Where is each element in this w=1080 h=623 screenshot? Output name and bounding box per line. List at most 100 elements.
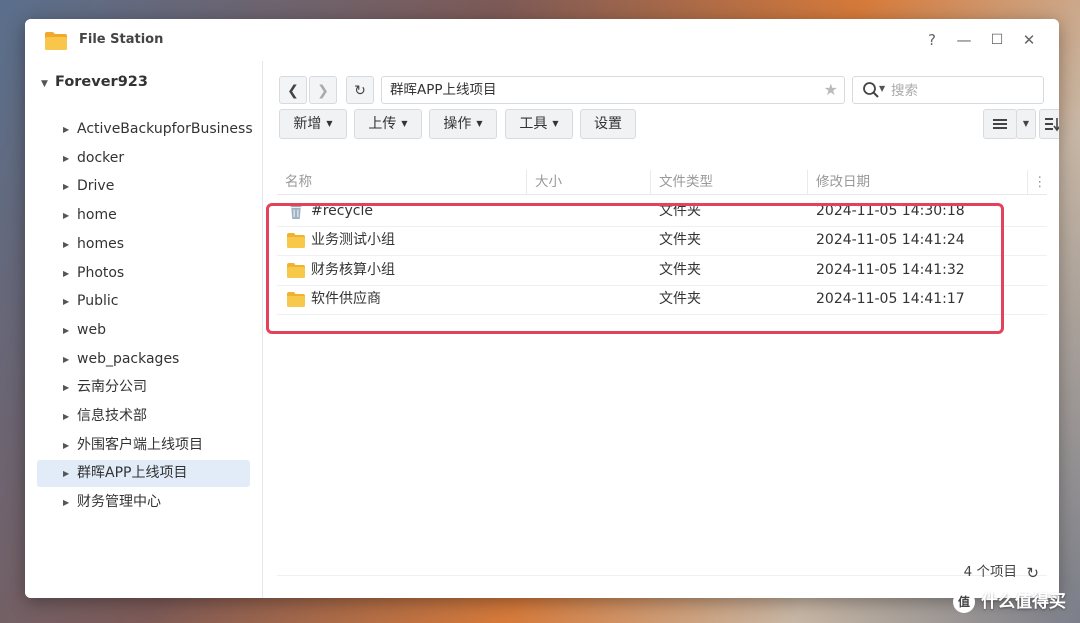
forward-button[interactable]: ❯ <box>309 76 337 104</box>
tree-item[interactable]: ▶ web_packages <box>37 346 250 373</box>
path-text: 群晖APP上线项目 <box>390 82 497 98</box>
new-label: 新增 <box>293 116 322 132</box>
caret-right-icon[interactable]: ▶ <box>63 317 69 344</box>
minimize-icon[interactable]: — <box>954 30 974 50</box>
chevron-left-icon: ❮ <box>287 83 299 99</box>
close-icon[interactable]: ✕ <box>1019 30 1039 50</box>
watermark-logo: 值 <box>953 591 975 613</box>
star-icon[interactable]: ★ <box>824 77 838 103</box>
tree-item[interactable]: ▶ 云南分公司 <box>37 374 250 401</box>
file-type: 文件夹 <box>659 290 701 307</box>
tree-item[interactable]: ▶ 外围客户端上线项目 <box>37 432 250 459</box>
table-row[interactable]: 软件供应商 文件夹 2024-11-05 14:41:17 <box>277 285 1047 315</box>
tree-item[interactable]: ▶ ActiveBackupforBusiness <box>37 116 253 143</box>
tree-root-label: Forever923 <box>55 74 148 90</box>
tools-button[interactable]: 工具 ▼ <box>505 109 573 139</box>
tree-item[interactable]: ▶ docker <box>37 145 250 172</box>
view-dropdown-button[interactable]: ▼ <box>1016 109 1036 139</box>
column-header-type[interactable]: 文件类型 <box>651 170 808 194</box>
maximize-icon[interactable]: ☐ <box>987 30 1007 50</box>
main-pane: ❮ ❯ ↻ 群晖APP上线项目 ★ ▼ 新增 ▼ 上传 ▼ 操作 ▼ 工具 ▼ 设置 ▼ <box>263 61 1059 598</box>
file-modified: 2024-11-05 14:41:24 <box>816 232 965 249</box>
column-header-size[interactable]: 大小 <box>527 170 651 194</box>
footer-divider <box>277 575 1047 576</box>
action-button[interactable]: 操作 ▼ <box>429 109 497 139</box>
dropdown-arrow-icon: ▼ <box>326 119 333 128</box>
file-name: 软件供应商 <box>311 290 381 307</box>
upload-button[interactable]: 上传 ▼ <box>354 109 422 139</box>
tree-item-label: Drive <box>77 178 115 195</box>
refresh-icon: ↻ <box>354 83 366 99</box>
table-row[interactable]: 业务测试小组 文件夹 2024-11-05 14:41:24 <box>277 226 1047 257</box>
table-row[interactable]: 财务核算小组 文件夹 2024-11-05 14:41:32 <box>277 256 1047 286</box>
item-count: 4 个项目 <box>963 564 1017 580</box>
back-button[interactable]: ❮ <box>279 76 307 104</box>
caret-right-icon[interactable]: ▶ <box>63 145 69 172</box>
caret-right-icon[interactable]: ▶ <box>63 489 69 516</box>
column-header-name[interactable]: 名称 <box>277 170 527 194</box>
tree-item[interactable]: ▶ Public <box>37 288 250 315</box>
tree-item-label: Photos <box>77 264 125 281</box>
list-view-icon <box>993 119 1007 129</box>
caret-right-icon[interactable]: ▶ <box>63 260 69 287</box>
tree-item[interactable]: ▶ Drive <box>37 173 250 200</box>
list-view-button[interactable] <box>983 109 1017 139</box>
tree-item-label: Public <box>77 293 119 310</box>
caret-right-icon[interactable]: ▶ <box>63 432 69 459</box>
caret-right-icon[interactable]: ▶ <box>63 460 69 487</box>
tree-item[interactable]: ▶ home <box>37 202 250 229</box>
search-icon[interactable] <box>862 81 880 99</box>
caret-right-icon[interactable]: ▶ <box>63 231 69 258</box>
file-name: #recycle <box>311 203 373 219</box>
file-type: 文件夹 <box>659 232 701 249</box>
tree-item-label: web <box>77 321 106 338</box>
caret-down-icon[interactable]: ▼ <box>41 73 55 95</box>
sort-icon <box>1045 118 1059 132</box>
file-name: 业务测试小组 <box>311 232 395 249</box>
caret-right-icon[interactable]: ▶ <box>63 116 69 143</box>
new-button[interactable]: 新增 ▼ <box>279 109 347 139</box>
search-input[interactable] <box>889 79 1033 103</box>
file-modified: 2024-11-05 14:41:32 <box>816 261 965 278</box>
tree-root[interactable]: ▼ Forever923 <box>41 71 148 93</box>
caret-right-icon[interactable]: ▶ <box>63 173 69 200</box>
tree-item[interactable]: ▶ 财务管理中心 <box>37 489 250 516</box>
file-type: 文件夹 <box>659 203 701 219</box>
tree-item[interactable]: ▶ 信息技术部 <box>37 403 250 430</box>
dropdown-arrow-icon: ▼ <box>476 119 483 128</box>
file-modified: 2024-11-05 14:30:18 <box>816 203 965 219</box>
sort-button[interactable] <box>1039 109 1059 139</box>
tree-item-label: homes <box>77 235 124 252</box>
folder-app-icon <box>45 32 67 50</box>
tree-item[interactable]: ▶ homes <box>37 231 250 258</box>
caret-right-icon[interactable]: ▶ <box>63 374 69 401</box>
table-row[interactable]: #recycle 文件夹 2024-11-05 14:30:18 <box>277 197 1047 227</box>
column-header-modified[interactable]: 修改日期 <box>808 170 1028 194</box>
tree-item-label: 外围客户端上线项目 <box>77 436 203 453</box>
column-options-icon[interactable]: ⋮ <box>1028 170 1047 194</box>
action-label: 操作 <box>443 116 472 132</box>
tree-item[interactable]: ▶ web <box>37 317 250 344</box>
settings-button[interactable]: 设置 <box>580 109 636 139</box>
caret-right-icon[interactable]: ▶ <box>63 202 69 229</box>
trash-icon <box>290 204 302 219</box>
tree-item[interactable]: ▶ Photos <box>37 260 250 287</box>
help-icon[interactable]: ? <box>922 30 942 50</box>
tree-item-label: web_packages <box>77 350 180 367</box>
settings-label: 设置 <box>594 116 622 132</box>
caret-right-icon[interactable]: ▶ <box>63 403 69 430</box>
refresh-button[interactable]: ↻ <box>346 76 374 104</box>
chevron-right-icon: ❯ <box>317 83 329 99</box>
title-bar[interactable]: File Station ? — ☐ ✕ <box>25 19 1059 61</box>
tree-item-label: ActiveBackupforBusiness <box>77 121 253 137</box>
search-box[interactable]: ▼ <box>852 76 1044 104</box>
caret-right-icon[interactable]: ▶ <box>63 346 69 373</box>
dropdown-arrow-icon: ▼ <box>552 119 559 128</box>
tree-item[interactable]: ▶ 群晖APP上线项目 <box>37 460 250 488</box>
caret-right-icon[interactable]: ▶ <box>63 288 69 315</box>
refresh-icon[interactable]: ↻ <box>1026 564 1039 582</box>
path-bar[interactable]: 群晖APP上线项目 ★ <box>381 76 845 104</box>
search-dropdown-icon[interactable]: ▼ <box>879 84 885 93</box>
tree-item-label: 云南分公司 <box>77 379 147 396</box>
file-type: 文件夹 <box>659 261 701 278</box>
